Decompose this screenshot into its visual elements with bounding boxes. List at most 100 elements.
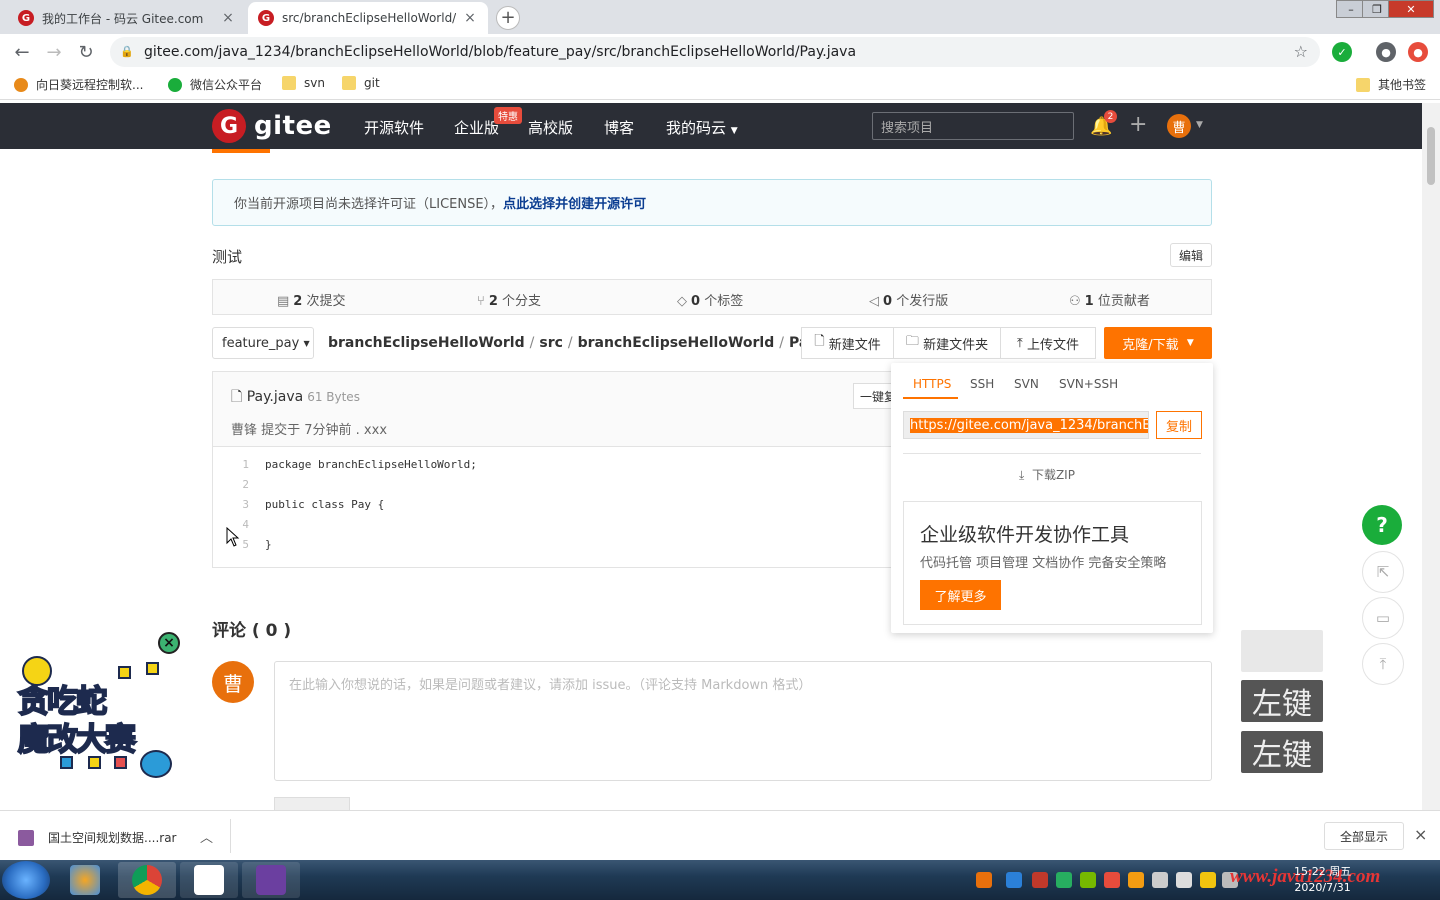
windows-start-icon[interactable]	[2, 861, 50, 899]
new-folder-button[interactable]: 🗀 新建文件夹	[893, 327, 1001, 359]
upload-file-button[interactable]: ⤒ 上传文件	[1000, 327, 1096, 359]
clone-tab-https[interactable]: HTTPS	[913, 377, 951, 391]
nav-label: 我的码云	[666, 119, 727, 137]
reload-icon[interactable]: ↻	[74, 40, 98, 64]
show-all-downloads-button[interactable]: 全部显示	[1324, 822, 1404, 850]
logo-active-indicator	[212, 149, 270, 153]
edit-description-button[interactable]: 编辑	[1170, 243, 1212, 267]
tab-close-icon[interactable]: ×	[220, 10, 236, 26]
snake-block-icon	[60, 756, 73, 769]
nav-university[interactable]: 高校版	[528, 117, 573, 138]
breadcrumb-repo[interactable]: branchEclipseHelloWorld	[328, 335, 525, 351]
branch-selector[interactable]: feature_pay ▼	[212, 327, 314, 359]
ad-close-icon[interactable]: ×	[158, 632, 180, 654]
breadcrumb-package[interactable]: branchEclipseHelloWorld	[578, 335, 775, 351]
clock-date: 2020/7/31	[1294, 881, 1351, 894]
tray-app-icon[interactable]	[1032, 872, 1048, 888]
branch-name: feature_pay	[222, 335, 300, 351]
stat-contributors[interactable]: ⚇ 1 位贡献者	[1069, 290, 1150, 309]
nav-enterprise[interactable]: 企业版	[454, 117, 499, 138]
create-plus-icon[interactable]: +	[1129, 112, 1147, 137]
tray-s-icon[interactable]	[1104, 872, 1120, 888]
help-button[interactable]: ?	[1362, 505, 1402, 545]
gitee-logo[interactable]: G gitee	[212, 109, 332, 143]
tray-nvidia-icon[interactable]	[1080, 872, 1096, 888]
bookmark-star-icon[interactable]: ☆	[1294, 42, 1308, 61]
download-item[interactable]: 国土空间规划数据....rar	[18, 829, 176, 846]
clone-tab-ssh[interactable]: SSH	[970, 377, 994, 391]
tray-shield-icon[interactable]	[1056, 872, 1072, 888]
comments-title: 评论 ( 0 )	[212, 621, 292, 641]
tray-plus-icon[interactable]	[1200, 872, 1216, 888]
tray-flower-icon[interactable]	[1128, 872, 1144, 888]
license-link[interactable]: 点此选择并创建开源许可	[503, 193, 646, 212]
taskbar-app-eclipse[interactable]	[242, 862, 300, 898]
nav-my-gitee[interactable]: 我的码云 ▼	[666, 117, 738, 138]
stat-count: 1	[1084, 294, 1094, 309]
copy-url-button[interactable]: 复制	[1156, 411, 1202, 439]
new-tab-button[interactable]: +	[496, 6, 520, 30]
tray-network-icon[interactable]	[1152, 872, 1168, 888]
download-bar-close-icon[interactable]: ×	[1414, 825, 1427, 844]
address-bar[interactable]: 🔒 gitee.com/java_1234/branchEclipseHello…	[110, 37, 1320, 67]
system-clock[interactable]: 15:22 周五 2020/7/31	[1294, 864, 1351, 896]
feedback-icon[interactable]: ▭	[1362, 597, 1404, 639]
download-filename: 国土空间规划数据....rar	[48, 831, 177, 845]
stat-commits[interactable]: ▤ 2 次提交	[277, 290, 346, 309]
promo-title: 企业级软件开发协作工具	[920, 524, 1130, 546]
breadcrumb-src[interactable]: src	[539, 335, 563, 351]
code-text: public class Pay {	[265, 498, 385, 511]
clone-download-button[interactable]: 克隆/下载 ▼	[1104, 327, 1212, 359]
snake-face-icon	[140, 750, 172, 778]
profile-icon[interactable]: ●	[1376, 42, 1396, 62]
bookmark-git[interactable]: git	[342, 76, 380, 90]
taskbar-app-m[interactable]	[180, 862, 238, 898]
browser-tab-pay-java[interactable]: G src/branchEclipseHelloWorld/ ×	[248, 2, 488, 34]
taskbar-app-chrome[interactable]	[118, 862, 176, 898]
chevron-down-icon: ▼	[303, 338, 310, 348]
download-zip-link[interactable]: ⤓ 下载ZIP	[1019, 466, 1075, 483]
nav-blog[interactable]: 博客	[604, 117, 634, 138]
bookmark-svn[interactable]: svn	[282, 76, 325, 90]
stat-branches[interactable]: ⑂ 2 个分支	[477, 290, 541, 309]
snake-game-ad[interactable]: × 贪吃蛇 魔改大赛	[14, 632, 184, 782]
project-search-input[interactable]: 搜索项目	[872, 112, 1074, 140]
extension-icon[interactable]: ✓	[1332, 42, 1352, 62]
extension-red-icon[interactable]: ●	[1408, 42, 1428, 62]
clone-tab-svn[interactable]: SVN	[1014, 377, 1039, 391]
window-close-icon[interactable]: ✕	[1388, 0, 1434, 18]
taskbar-app-photos[interactable]	[56, 862, 114, 898]
clone-url-input[interactable]: https://gitee.com/java_1234/branchEclips…	[903, 411, 1149, 439]
stat-releases[interactable]: ◁ 0 个发行版	[869, 290, 948, 309]
chevron-up-icon[interactable]: ︿	[200, 827, 213, 846]
new-file-button[interactable]: 🗋 新建文件	[801, 327, 894, 359]
file-viewer: 🗋 Pay.java 61 Bytes 曹锋 提交于 7分钟前 . xxx 一键复…	[212, 371, 903, 568]
forward-icon[interactable]: →	[42, 40, 66, 64]
browser-tab-workbench[interactable]: G 我的工作台 - 码云 Gitee.com ×	[8, 2, 246, 34]
comment-submit-button[interactable]	[274, 797, 350, 811]
chevron-down-icon[interactable]: ▼	[1196, 120, 1203, 130]
share-icon[interactable]: ⇱	[1362, 551, 1404, 593]
page-scrollbar[interactable]	[1422, 103, 1440, 810]
nav-open-source[interactable]: 开源软件	[364, 117, 424, 138]
ad-title-line2: 魔改大赛	[17, 721, 137, 759]
tray-sogou-icon[interactable]	[976, 872, 992, 888]
comment-textarea[interactable]: 在此输入你想说的话，如果是问题或者建议，请添加 issue。（评论支持 Mark…	[274, 661, 1212, 781]
bookmark-label: svn	[304, 76, 325, 90]
commit-info[interactable]: 曹锋 提交于 7分钟前 . xxx	[231, 419, 387, 438]
bookmark-other[interactable]: 其他书签	[1356, 76, 1426, 93]
code-text: package branchEclipseHelloWorld;	[265, 458, 477, 471]
bookmark-sunlogin[interactable]: 向日葵远程控制软...	[14, 76, 143, 93]
tab-close-icon[interactable]: ×	[462, 10, 478, 26]
tray-box-icon[interactable]	[1006, 872, 1022, 888]
back-icon[interactable]: ←	[10, 40, 34, 64]
tab-title: src/branchEclipseHelloWorld/	[282, 11, 456, 25]
tray-notify-icon[interactable]	[1176, 872, 1192, 888]
clone-tab-svn-ssh[interactable]: SVN+SSH	[1059, 377, 1118, 391]
back-to-top-icon[interactable]: ⤒	[1362, 643, 1404, 685]
user-avatar[interactable]: 曹	[1167, 114, 1191, 138]
stat-tags[interactable]: ◇ 0 个标签	[677, 290, 743, 309]
bookmark-wechat[interactable]: 微信公众平台	[168, 76, 262, 93]
scrollbar-thumb[interactable]	[1427, 127, 1435, 185]
learn-more-button[interactable]: 了解更多	[920, 580, 1001, 610]
